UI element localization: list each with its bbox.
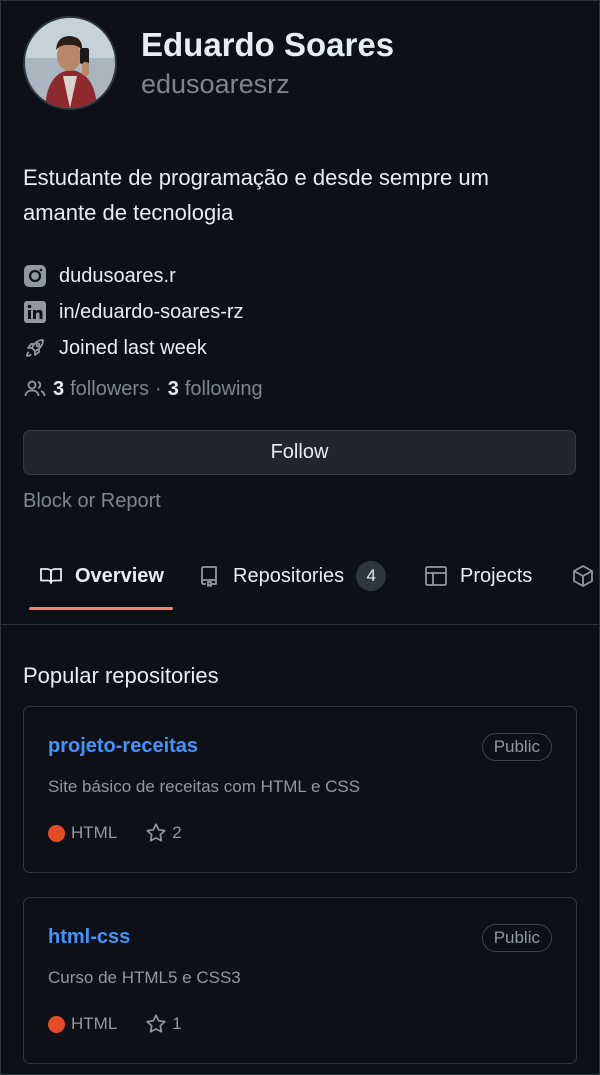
follow-separator: · [155, 377, 162, 400]
profile-links: dudusoares.r in/eduardo-soares-rz Joined… [23, 258, 244, 366]
repo-meta: HTML 1 [48, 1013, 182, 1035]
star-icon [145, 1013, 167, 1035]
tab-repositories-label: Repositories [233, 564, 345, 587]
active-tab-indicator [29, 607, 173, 610]
repo-meta: HTML 2 [48, 822, 182, 844]
avatar-image [25, 18, 115, 108]
stargazers-link[interactable]: 1 [145, 1013, 182, 1035]
repositories-counter: 4 [356, 561, 387, 591]
repo-description: Site básico de receitas com HTML e CSS [48, 777, 361, 796]
star-count: 2 [172, 823, 182, 842]
follow-button[interactable]: Follow [23, 430, 576, 475]
linkedin-handle: in/eduardo-soares-rz [59, 300, 244, 323]
repo-language: HTML [71, 823, 118, 842]
following-count: 3 [167, 377, 179, 400]
language-color-dot [48, 1015, 65, 1033]
profile-bio: Estudante de programação e desde sempre … [23, 165, 489, 225]
instagram-icon [23, 264, 47, 288]
profile-tabs: Overview Repositories 4 Projects [0, 548, 600, 625]
following-label: following [184, 377, 263, 400]
people-icon [23, 377, 47, 401]
tab-repositories[interactable]: Repositories 4 [197, 548, 387, 604]
social-link-linkedin[interactable]: in/eduardo-soares-rz [23, 294, 244, 330]
visibility-badge: Public [481, 733, 552, 761]
following-link[interactable]: 3 following [168, 378, 263, 401]
star-icon [145, 822, 167, 844]
repo-icon [197, 564, 221, 588]
joined-text: Joined last week [59, 336, 207, 359]
language-color-dot [48, 824, 65, 842]
star-count: 1 [172, 1014, 182, 1033]
repo-name-link[interactable]: html-css [48, 926, 130, 949]
social-link-instagram[interactable]: dudusoares.r [23, 258, 244, 294]
repo-name-link[interactable]: projeto-receitas [48, 735, 198, 758]
profile-username: edusoaresrz [141, 69, 290, 99]
linkedin-icon [23, 300, 47, 324]
instagram-handle: dudusoares.r [59, 264, 176, 287]
block-or-report-link[interactable]: Block or Report [23, 490, 161, 513]
repo-description: Curso de HTML5 e CSS3 [48, 968, 241, 987]
tab-packages[interactable] [571, 548, 600, 604]
table-icon [424, 564, 448, 588]
visibility-badge: Public [481, 924, 552, 952]
repo-language: HTML [71, 1014, 118, 1033]
tab-projects-label: Projects [460, 564, 533, 587]
avatar[interactable] [23, 16, 117, 110]
tab-overview[interactable]: Overview [39, 548, 164, 604]
profile-header: Eduardo Soares edusoaresrz [23, 16, 394, 110]
tab-overview-label: Overview [75, 564, 164, 587]
repo-card: html-css Public Curso de HTML5 e CSS3 HT… [23, 897, 577, 1064]
package-icon [571, 564, 595, 588]
followers-link[interactable]: 3 followers [53, 378, 149, 401]
tab-projects[interactable]: Projects [424, 548, 532, 604]
rocket-icon [23, 336, 47, 360]
repo-card: projeto-receitas Public Site básico de r… [23, 706, 577, 873]
joined-info: Joined last week [23, 330, 244, 366]
profile-full-name: Eduardo Soares [141, 26, 395, 63]
stargazers-link[interactable]: 2 [145, 822, 182, 844]
follow-counts: 3 followers · 3 following [23, 377, 263, 401]
followers-label: followers [70, 377, 150, 400]
book-icon [39, 564, 63, 588]
popular-repositories-title: Popular repositories [23, 663, 219, 688]
followers-count: 3 [53, 377, 65, 400]
